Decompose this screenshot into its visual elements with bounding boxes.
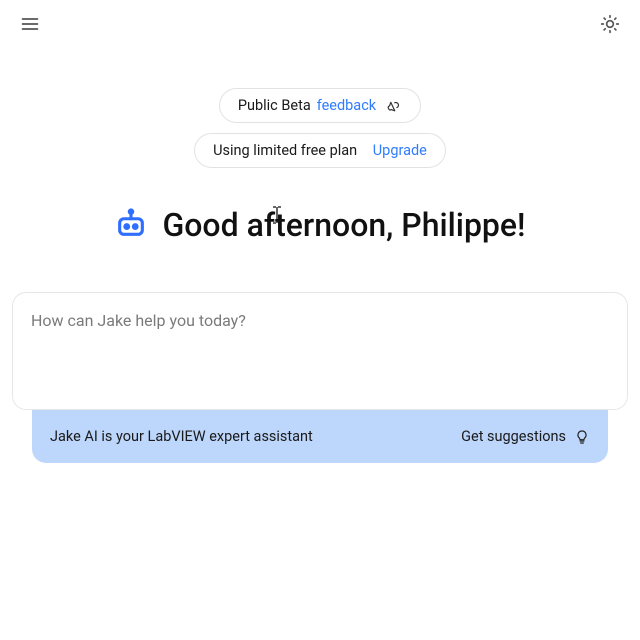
suggestion-cta-label: Get suggestions — [461, 428, 566, 445]
robot-icon — [114, 206, 148, 244]
upgrade-link[interactable]: Upgrade — [373, 142, 427, 159]
feedback-link[interactable]: feedback — [317, 97, 376, 114]
lightbulb-icon — [574, 429, 590, 445]
menu-button[interactable] — [18, 12, 42, 36]
menu-icon — [20, 14, 40, 34]
get-suggestions-button[interactable]: Get suggestions — [461, 428, 590, 445]
plan-prefix-text: Using limited free plan — [213, 142, 357, 159]
greeting-text: Good afternoon, Philippe! — [162, 206, 525, 244]
theme-toggle-button[interactable] — [598, 12, 622, 36]
prompt-input[interactable]: How can Jake help you today? — [12, 292, 628, 410]
text-cursor-icon — [270, 194, 284, 212]
greeting-title: Good afternoon, Philippe! — [162, 206, 525, 244]
sun-icon — [600, 14, 620, 34]
suggestion-tagline: Jake AI is your LabVIEW expert assistant — [50, 428, 313, 445]
suggestion-bar: Jake AI is your LabVIEW expert assistant… — [32, 410, 608, 463]
beta-prefix-text: Public Beta — [238, 97, 311, 114]
beta-feedback-pill[interactable]: Public Beta feedback — [219, 88, 421, 123]
prompt-placeholder: How can Jake help you today? — [31, 311, 609, 330]
megaphone-icon — [386, 98, 402, 114]
plan-pill: Using limited free plan Upgrade — [194, 133, 446, 168]
